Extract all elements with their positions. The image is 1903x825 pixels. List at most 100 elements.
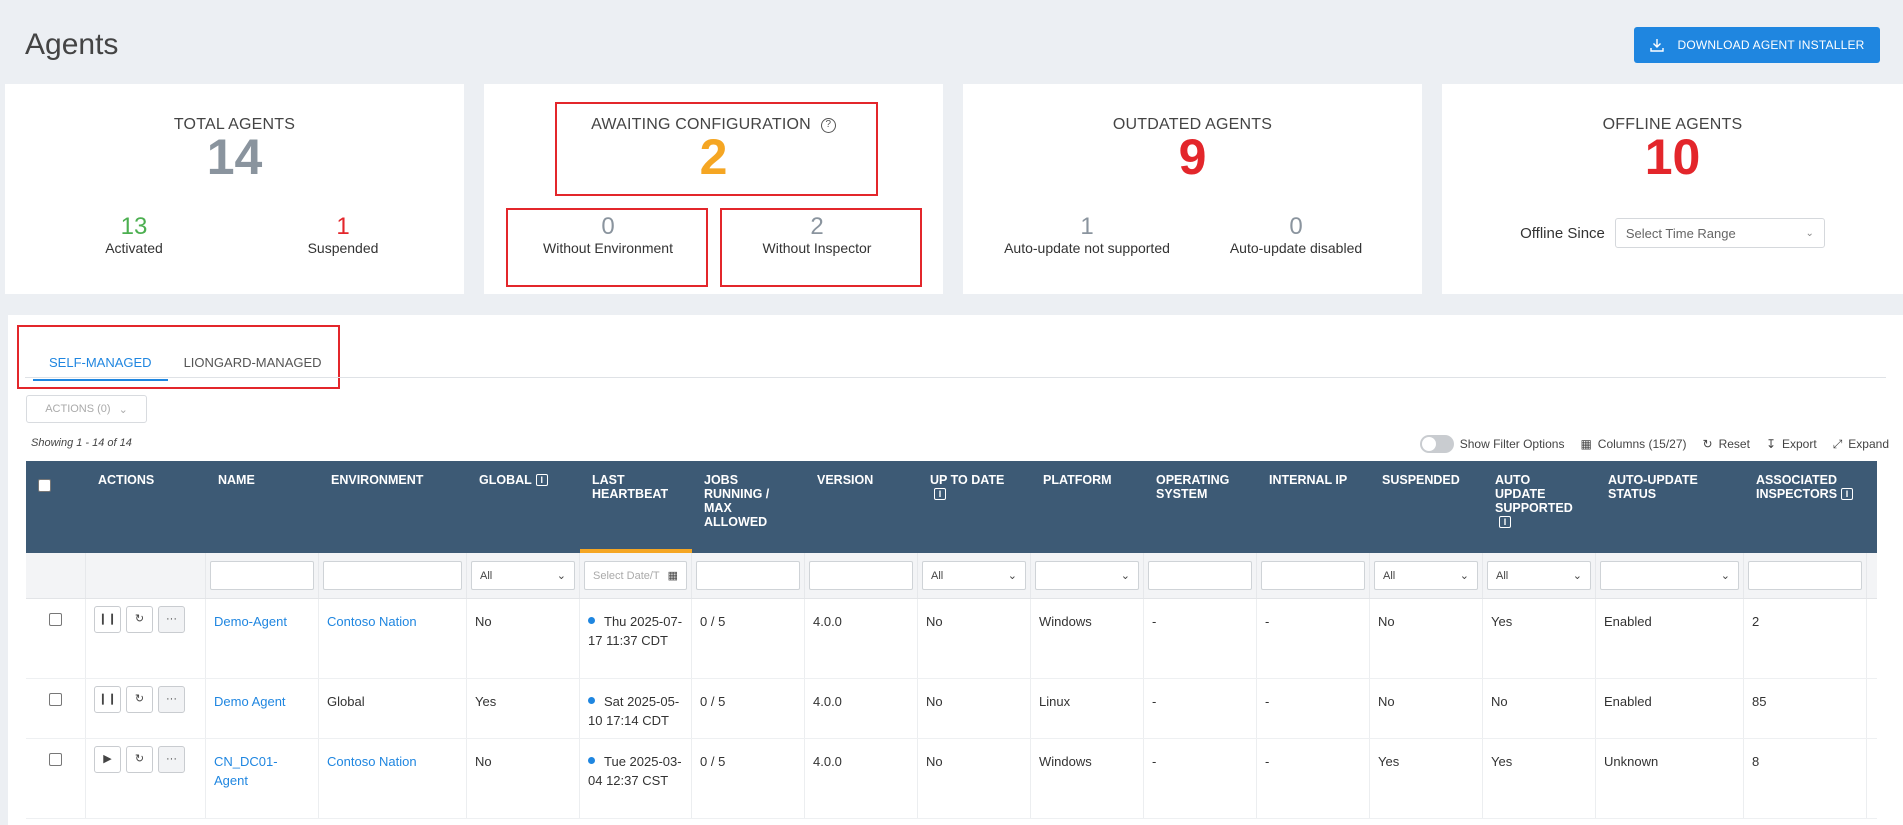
column-jobs[interactable]: JOBS RUNNING / MAX ALLOWED — [692, 461, 805, 553]
platform-filter-select[interactable]: ⌄ — [1035, 561, 1139, 590]
chevron-down-icon: ⌄ — [1120, 570, 1130, 582]
column-platform[interactable]: PLATFORM — [1031, 461, 1144, 553]
pause-button[interactable]: ❙❙ — [94, 686, 121, 713]
suspended-filter-select[interactable]: All ⌄ — [1374, 561, 1478, 590]
auto-update-status-cell: Enabled — [1596, 599, 1744, 678]
toggle-switch[interactable] — [1419, 435, 1454, 453]
column-auto-update-supported[interactable]: AUTO UPDATE SUPPORTEDi — [1483, 461, 1596, 553]
page-title: Agents — [25, 28, 119, 61]
auto-update-not-supported-stat[interactable]: 1 Auto-update not supported — [987, 214, 1187, 257]
auto-update-cell: Yes — [1483, 739, 1596, 818]
restart-button[interactable]: ↻ — [126, 606, 153, 633]
auto-update-disabled-stat[interactable]: 0 Auto-update disabled — [1196, 214, 1396, 257]
inspectors-value: 2 — [1752, 614, 1760, 629]
row-checkbox[interactable] — [49, 753, 62, 766]
status-dot — [588, 617, 595, 624]
platform-cell: Windows — [1031, 739, 1144, 818]
environment-filter-input[interactable] — [323, 561, 462, 590]
column-actions[interactable]: ACTIONS — [86, 461, 206, 553]
agents-table: ACTIONS NAME ENVIRONMENT GLOBAL i LAST HE… — [26, 461, 1877, 819]
column-global[interactable]: GLOBAL i — [467, 461, 580, 553]
select-all-checkbox[interactable] — [38, 479, 51, 492]
version-filter-input[interactable] — [809, 561, 913, 590]
suspended-cell: No — [1370, 599, 1483, 678]
export-button[interactable]: ↧ Export — [1766, 437, 1817, 451]
platform-cell: Windows — [1031, 599, 1144, 678]
name-filter-input[interactable] — [210, 561, 314, 590]
heartbeat-value: Tue 2025-03-04 12:37 CST — [588, 754, 682, 788]
ip-value: - — [1265, 754, 1270, 769]
expand-button[interactable]: ⤢ Expand — [1833, 437, 1889, 452]
global-value: Yes — [475, 694, 497, 709]
activated-stat[interactable]: 13 Activated — [34, 214, 234, 257]
environment-cell: Global — [319, 679, 467, 738]
global-cell: No — [467, 739, 580, 818]
row-checkbox[interactable] — [49, 613, 62, 626]
jobs-cell: 0 / 5 — [692, 679, 805, 738]
resume-button[interactable]: ▶ — [94, 746, 121, 773]
restart-button[interactable]: ↻ — [126, 686, 153, 713]
column-internal-ip[interactable]: INTERNAL IP — [1257, 461, 1370, 553]
ip-filter-input[interactable] — [1261, 561, 1365, 590]
column-last-heartbeat[interactable]: LAST HEARTBEAT — [580, 461, 692, 553]
jobs-filter-input[interactable] — [696, 561, 800, 590]
reset-button[interactable]: ↻ Reset — [1703, 437, 1750, 451]
version-cell: 4.0.0 — [805, 599, 918, 678]
awaiting-value: 2 — [699, 129, 728, 185]
total-agents-value: 14 — [206, 129, 263, 185]
inspectors-filter-input[interactable] — [1748, 561, 1862, 590]
more-options-button[interactable]: ··· — [158, 686, 185, 713]
row-checkbox[interactable] — [49, 693, 62, 706]
column-environment[interactable]: ENVIRONMENT — [319, 461, 467, 553]
without-environment-stat[interactable]: 0 Without Environment — [508, 214, 708, 257]
table-row: ❙❙ ↻ ··· Demo Agent Global Yes Sat 2025-05-10 … — [26, 679, 1877, 739]
restart-button[interactable]: ↻ — [126, 746, 153, 773]
version-value: 4.0.0 — [813, 694, 842, 709]
row-actions-cell: ❙❙ ↻ ··· — [86, 599, 206, 678]
heartbeat-date-filter[interactable]: Select Date/T ▦ — [584, 561, 687, 590]
pause-button[interactable]: ❙❙ — [94, 606, 121, 633]
auto-update-value: Yes — [1491, 754, 1513, 769]
columns-button[interactable]: ▦ Columns (15/27) — [1580, 437, 1686, 451]
download-agent-installer-button[interactable]: DOWNLOAD AGENT INSTALLER — [1634, 27, 1880, 63]
environment-value: Global — [327, 694, 365, 709]
suspended-value: Yes — [1378, 754, 1400, 769]
column-up-to-date[interactable]: UP TO DATEi — [918, 461, 1031, 553]
info-icon[interactable]: i — [1499, 516, 1511, 528]
info-icon[interactable]: i — [535, 474, 548, 486]
row-select-cell — [26, 739, 86, 818]
more-options-button[interactable]: ··· — [158, 606, 185, 633]
agent-name-link[interactable]: CN_DC01-Agent — [214, 754, 278, 788]
without-inspector-stat[interactable]: 2 Without Inspector — [717, 214, 917, 257]
more-options-button[interactable]: ··· — [158, 746, 185, 773]
environment-link[interactable]: Contoso Nation — [327, 614, 417, 629]
agent-name-link[interactable]: Demo Agent — [214, 694, 286, 709]
auto-update-filter-select[interactable]: All ⌄ — [1487, 561, 1591, 590]
up-to-date-filter-select[interactable]: All ⌄ — [922, 561, 1026, 590]
platform-value: Linux — [1039, 694, 1071, 709]
column-suspended[interactable]: SUSPENDED — [1370, 461, 1483, 553]
suspended-cell: Yes — [1370, 739, 1483, 818]
column-name[interactable]: NAME — [206, 461, 319, 553]
show-filter-toggle[interactable]: Show Filter Options — [1419, 435, 1564, 453]
actions-dropdown[interactable]: ACTIONS (0) ⌄ — [26, 395, 147, 423]
info-icon[interactable]: i — [934, 488, 946, 500]
global-filter-select[interactable]: All ⌄ — [471, 561, 575, 590]
up-to-date-cell: No — [918, 599, 1031, 678]
info-icon[interactable]: i — [1841, 488, 1854, 500]
column-version[interactable]: VERSION — [805, 461, 918, 553]
os-filter-input[interactable] — [1148, 561, 1252, 590]
column-operating-system[interactable]: OPERATING SYSTEM — [1144, 461, 1257, 553]
jobs-cell: 0 / 5 — [692, 599, 805, 678]
time-range-select[interactable]: Select Time Range ⌄ — [1614, 218, 1825, 248]
environment-link[interactable]: Contoso Nation — [327, 754, 417, 769]
auto-update-status-filter-select[interactable]: ⌄ — [1600, 561, 1739, 590]
global-cell: Yes — [467, 679, 580, 738]
chevron-down-icon: ⌄ — [1572, 570, 1582, 582]
column-associated-inspectors[interactable]: ASSOCIATED INSPECTORS i — [1744, 461, 1867, 553]
column-auto-update-status[interactable]: AUTO-UPDATE STATUS — [1596, 461, 1744, 553]
agent-name-link[interactable]: Demo-Agent — [214, 614, 287, 629]
global-value: No — [475, 614, 492, 629]
heartbeat-value: Thu 2025-07-17 11:37 CDT — [588, 614, 683, 648]
suspended-stat[interactable]: 1 Suspended — [243, 214, 443, 257]
